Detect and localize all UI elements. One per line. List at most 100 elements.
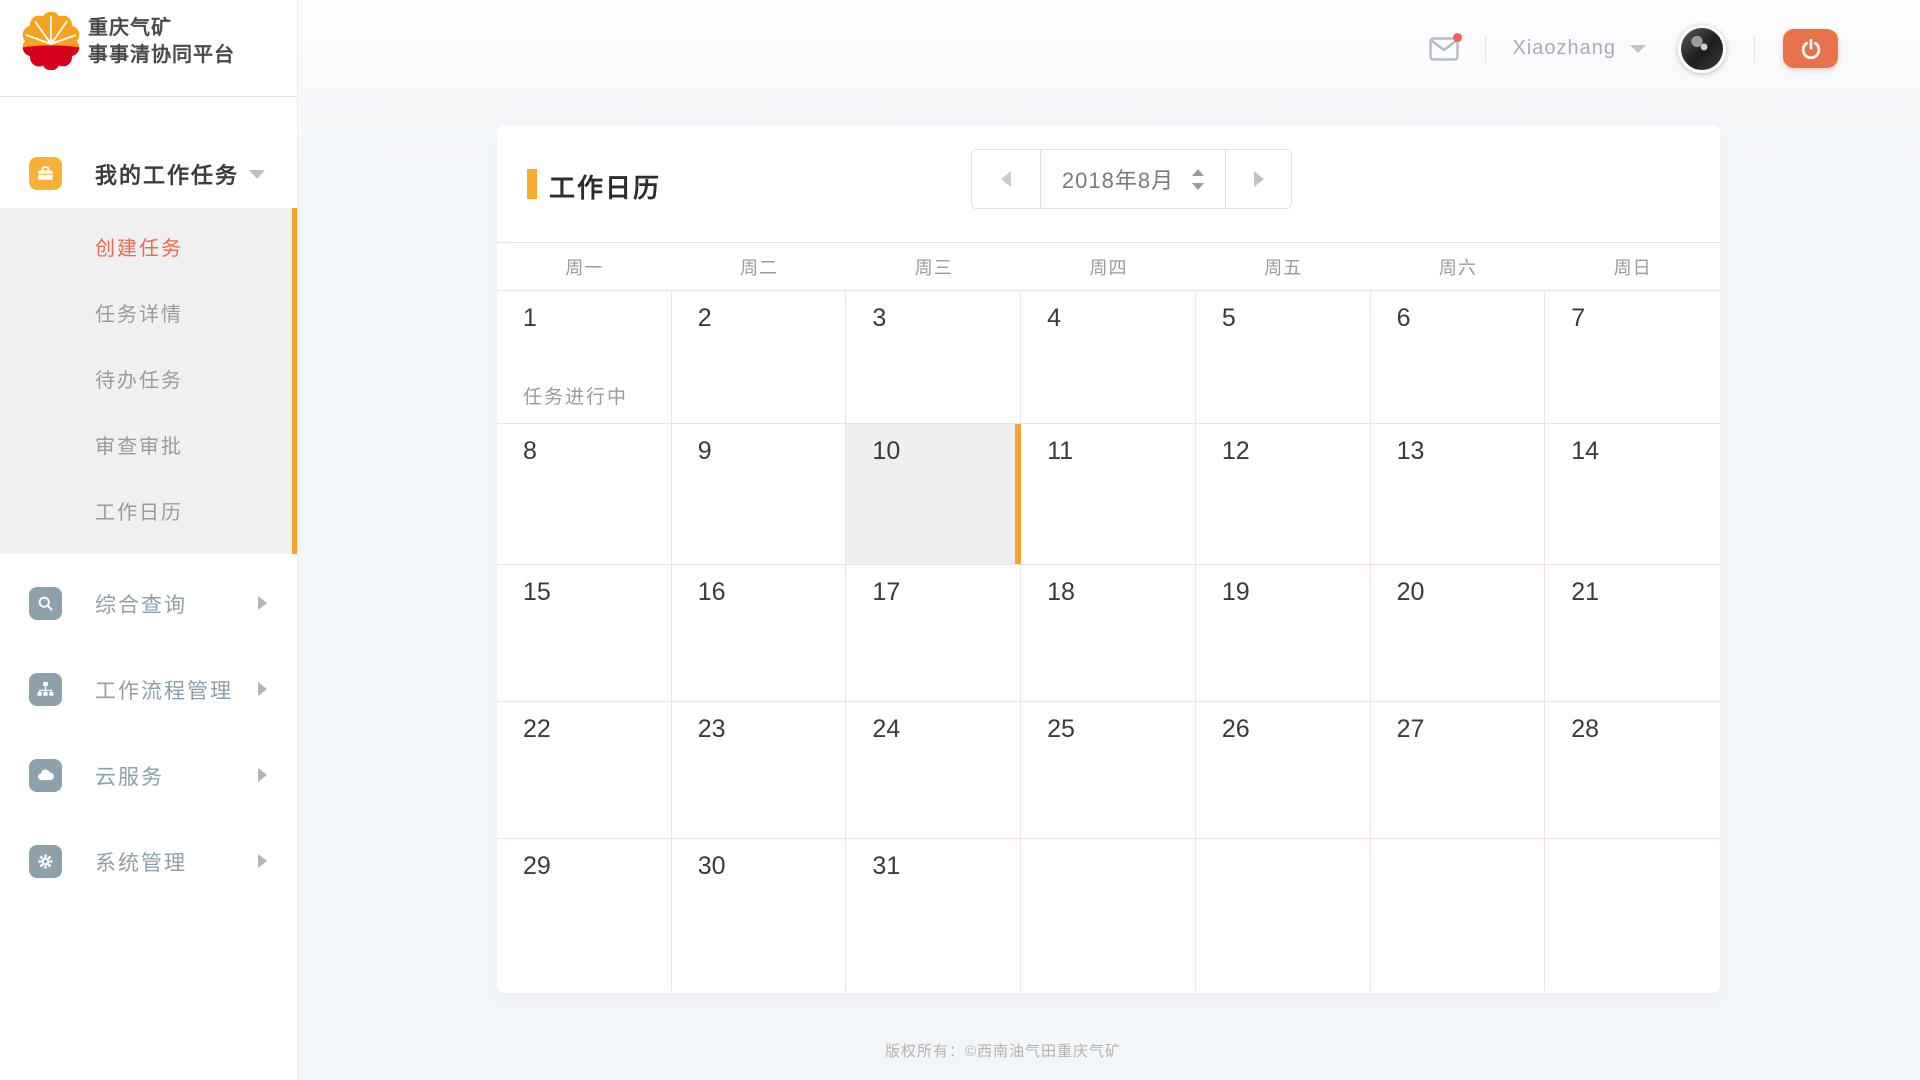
sidebar-submenu: 创建任务任务详情待办任务审查审批工作日历 bbox=[0, 208, 297, 554]
month-spinner[interactable] bbox=[1192, 169, 1204, 190]
day-number: 31 bbox=[846, 839, 1020, 881]
submenu-item-待办任务[interactable]: 待办任务 bbox=[0, 348, 297, 414]
brand-title: 重庆气矿 事事清协同平台 bbox=[88, 15, 235, 69]
day-number: 25 bbox=[1021, 702, 1195, 744]
day-cell-3[interactable]: 3 bbox=[846, 291, 1021, 424]
divider bbox=[1754, 36, 1755, 62]
day-cell-8[interactable]: 8 bbox=[497, 424, 672, 565]
submenu-item-任务详情[interactable]: 任务详情 bbox=[0, 282, 297, 348]
day-number: 30 bbox=[672, 839, 846, 881]
day-cell-6[interactable]: 6 bbox=[1371, 291, 1546, 424]
day-cell-21[interactable]: 21 bbox=[1545, 565, 1720, 702]
spinner-down-icon[interactable] bbox=[1192, 183, 1204, 190]
brand-title-line2: 事事清协同平台 bbox=[88, 42, 235, 69]
weekday-label: 周五 bbox=[1196, 243, 1371, 290]
prev-month-button[interactable] bbox=[972, 150, 1041, 208]
day-cell-2[interactable]: 2 bbox=[672, 291, 847, 424]
title-accent-bar bbox=[527, 169, 537, 199]
submenu-item-工作日历[interactable]: 工作日历 bbox=[0, 480, 297, 546]
day-number: 9 bbox=[672, 424, 846, 466]
submenu-item-创建任务[interactable]: 创建任务 bbox=[0, 216, 297, 282]
day-cell-7[interactable]: 7 bbox=[1545, 291, 1720, 424]
day-number: 15 bbox=[497, 565, 671, 607]
day-cell-12[interactable]: 12 bbox=[1196, 424, 1371, 565]
avatar[interactable] bbox=[1678, 25, 1726, 73]
day-cell-20[interactable]: 20 bbox=[1371, 565, 1546, 702]
topbar: Xiaozhang bbox=[298, 0, 1920, 97]
sidebar-item-系统管理[interactable]: 系统管理 bbox=[0, 845, 297, 878]
sidebar-item-label: 我的工作任务 bbox=[95, 158, 239, 190]
username-label[interactable]: Xiaozhang bbox=[1512, 37, 1616, 60]
day-cell-25[interactable]: 25 bbox=[1021, 702, 1196, 839]
day-cell-4[interactable]: 4 bbox=[1021, 291, 1196, 424]
day-number: 6 bbox=[1371, 291, 1545, 333]
chevron-right-icon bbox=[258, 682, 267, 696]
spinner-up-icon[interactable] bbox=[1192, 169, 1204, 176]
sidebar-item-工作流程管理[interactable]: 工作流程管理 bbox=[0, 673, 297, 706]
notification-dot bbox=[1453, 33, 1462, 42]
day-number: 21 bbox=[1545, 565, 1720, 607]
day-cell-13[interactable]: 13 bbox=[1371, 424, 1546, 565]
day-cell-28[interactable]: 28 bbox=[1545, 702, 1720, 839]
sidebar: 重庆气矿 事事清协同平台 我的工作任务 创建任务任务详情待办任务审查审批工作日历… bbox=[0, 0, 298, 1080]
day-cell-empty bbox=[1021, 839, 1196, 991]
day-number: 8 bbox=[497, 424, 671, 466]
gear-icon bbox=[29, 845, 62, 878]
day-cell-11[interactable]: 11 bbox=[1021, 424, 1196, 565]
day-number: 3 bbox=[846, 291, 1020, 333]
chevron-right-icon bbox=[258, 768, 267, 782]
mail-icon[interactable] bbox=[1429, 37, 1459, 61]
day-number: 19 bbox=[1196, 565, 1370, 607]
day-cell-5[interactable]: 5 bbox=[1196, 291, 1371, 424]
sidebar-item-云服务[interactable]: 云服务 bbox=[0, 759, 297, 792]
day-cell-18[interactable]: 18 bbox=[1021, 565, 1196, 702]
day-number: 23 bbox=[672, 702, 846, 744]
day-number: 14 bbox=[1545, 424, 1720, 466]
sidebar-sections: 综合查询工作流程管理云服务系统管理 bbox=[0, 587, 297, 878]
submenu-item-审查审批[interactable]: 审查审批 bbox=[0, 414, 297, 480]
user-menu-chevron-down-icon[interactable] bbox=[1630, 45, 1646, 53]
logout-power-button[interactable] bbox=[1783, 29, 1838, 68]
sidebar-item-label: 综合查询 bbox=[95, 589, 187, 619]
day-number: 1 bbox=[497, 291, 671, 333]
day-number: 26 bbox=[1196, 702, 1370, 744]
event-label[interactable]: 任务进行中 bbox=[523, 382, 628, 409]
day-cell-16[interactable]: 16 bbox=[672, 565, 847, 702]
chevron-right-icon bbox=[1254, 171, 1264, 187]
power-icon bbox=[1800, 38, 1822, 60]
sidebar-item-综合查询[interactable]: 综合查询 bbox=[0, 587, 297, 620]
day-cell-14[interactable]: 14 bbox=[1545, 424, 1720, 565]
page-title: 工作日历 bbox=[549, 168, 661, 205]
day-cell-17[interactable]: 17 bbox=[846, 565, 1021, 702]
weekday-label: 周二 bbox=[672, 243, 847, 290]
day-cell-10[interactable]: 10 bbox=[846, 424, 1021, 565]
day-cell-19[interactable]: 19 bbox=[1196, 565, 1371, 702]
sidebar-item-my-work-tasks[interactable]: 我的工作任务 bbox=[0, 157, 297, 190]
search-icon bbox=[29, 587, 62, 620]
chevron-left-icon bbox=[1001, 171, 1011, 187]
footer-copyright: 版权所有：©西南油气田重庆气矿 bbox=[192, 1040, 1814, 1061]
day-cell-31[interactable]: 31 bbox=[846, 839, 1021, 991]
flow-icon bbox=[29, 673, 62, 706]
day-cell-24[interactable]: 24 bbox=[846, 702, 1021, 839]
day-number: 22 bbox=[497, 702, 671, 744]
day-cell-22[interactable]: 22 bbox=[497, 702, 672, 839]
day-cell-1[interactable]: 1 任务进行中 bbox=[497, 291, 672, 424]
day-cell-15[interactable]: 15 bbox=[497, 565, 672, 702]
next-month-button[interactable] bbox=[1225, 150, 1291, 208]
day-cell-26[interactable]: 26 bbox=[1196, 702, 1371, 839]
day-cell-23[interactable]: 23 bbox=[672, 702, 847, 839]
day-cell-9[interactable]: 9 bbox=[672, 424, 847, 565]
work-calendar-card: 工作日历 2018年8月 周一周二周三周四周五周六周日 1任务进行中234567… bbox=[497, 125, 1720, 993]
day-number: 16 bbox=[672, 565, 846, 607]
day-number: 13 bbox=[1371, 424, 1545, 466]
weekday-label: 周三 bbox=[846, 243, 1021, 290]
day-number: 10 bbox=[846, 424, 1020, 466]
day-cell-29[interactable]: 29 bbox=[497, 839, 672, 991]
sidebar-item-label: 工作流程管理 bbox=[95, 675, 233, 705]
day-number: 12 bbox=[1196, 424, 1370, 466]
month-select[interactable]: 2018年8月 bbox=[1041, 150, 1225, 208]
day-cell-27[interactable]: 27 bbox=[1371, 702, 1546, 839]
day-number: 29 bbox=[497, 839, 671, 881]
day-cell-30[interactable]: 30 bbox=[672, 839, 847, 991]
